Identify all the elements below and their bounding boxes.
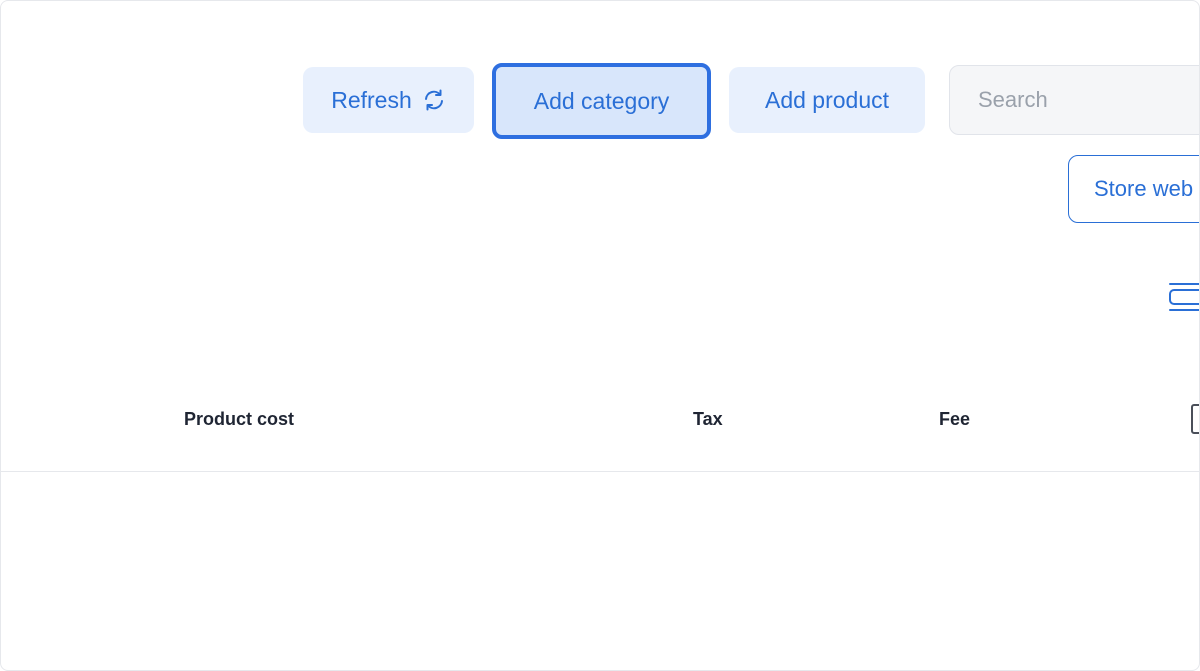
store-website-label: Store web — [1094, 176, 1194, 201]
column-header-fee: Fee — [939, 409, 971, 429]
add-category-button[interactable]: Add category — [492, 63, 711, 139]
refresh-button[interactable]: Refresh — [303, 67, 474, 133]
search-input[interactable] — [976, 86, 1199, 114]
select-all-checkbox[interactable] — [1191, 404, 1199, 434]
card-view-icon[interactable] — [1167, 281, 1199, 313]
refresh-icon — [422, 88, 446, 112]
store-website-button[interactable]: Store web — [1068, 155, 1199, 223]
products-panel: Refresh Add category Add product Store w… — [0, 0, 1200, 671]
column-header-product-cost: Product cost — [184, 409, 295, 429]
search-field[interactable] — [949, 65, 1199, 135]
refresh-label: Refresh — [331, 86, 412, 113]
add-product-button[interactable]: Add product — [729, 67, 925, 133]
add-product-label: Add product — [764, 86, 890, 113]
table-header-divider — [1, 471, 1199, 472]
column-header-tax: Tax — [693, 409, 723, 429]
add-category-label: Add category — [533, 87, 670, 114]
